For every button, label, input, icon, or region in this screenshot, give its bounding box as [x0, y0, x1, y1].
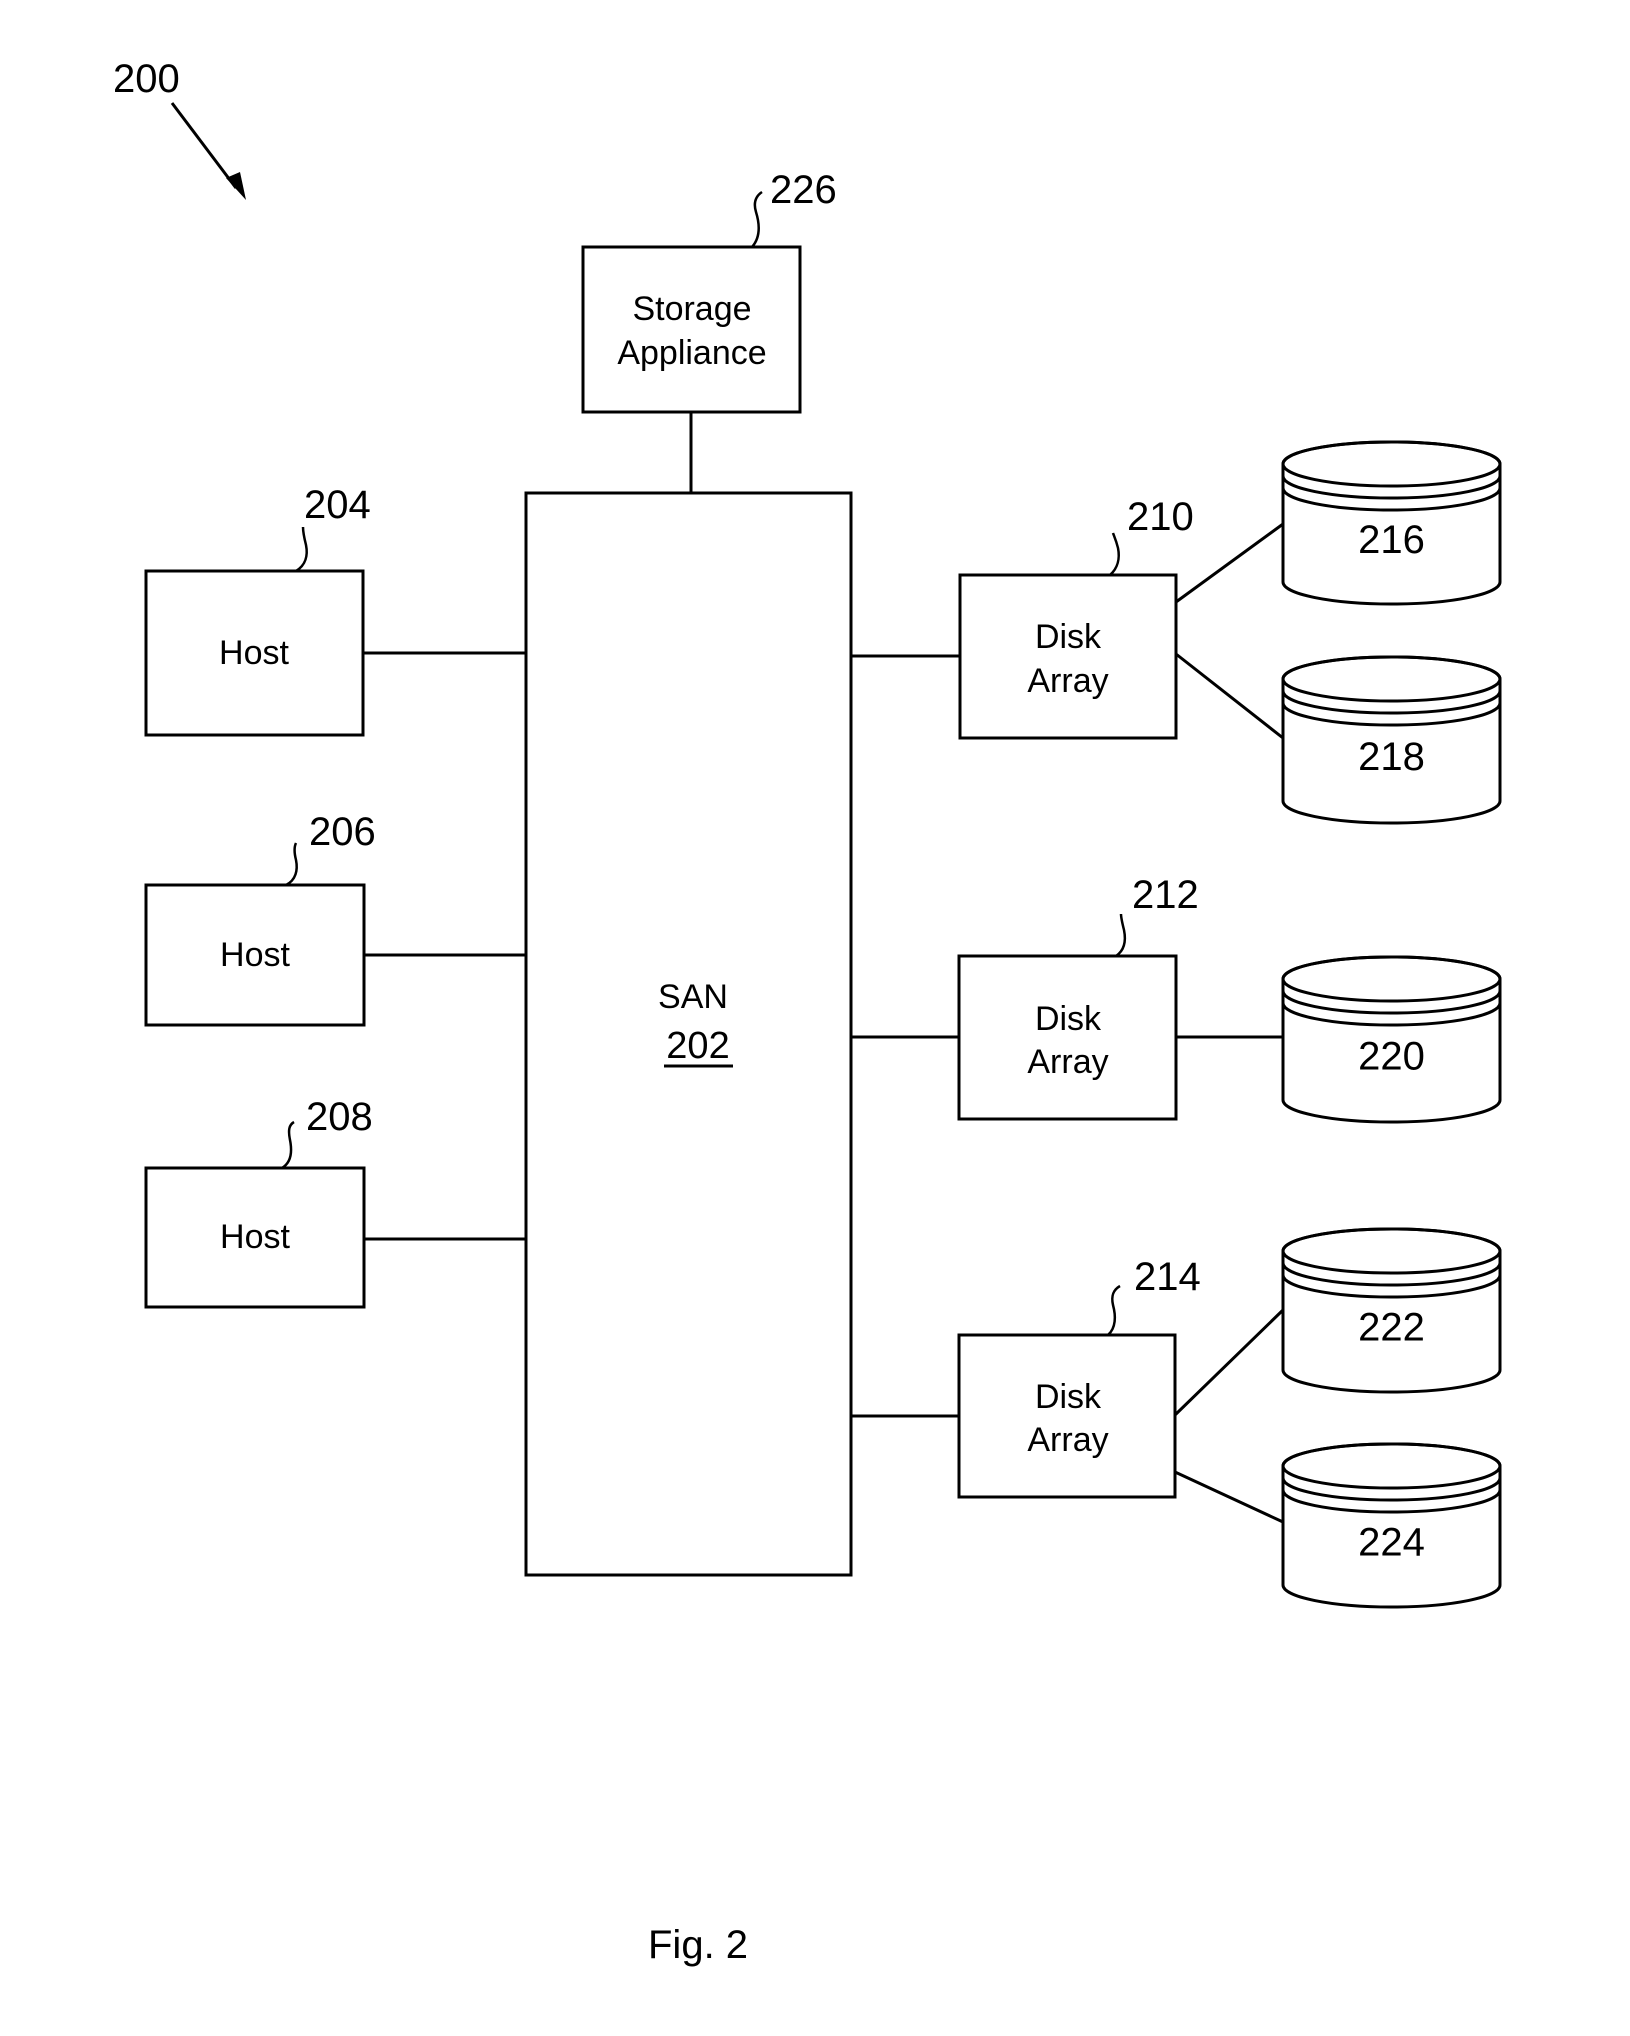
storage-appliance-label-line1: Storage	[632, 290, 751, 328]
figure-pointer-arrow-icon	[170, 102, 246, 200]
host-206-leader-line	[285, 842, 298, 887]
disk-array-210-leader-line	[1109, 532, 1120, 576]
disk-array-210-label-line1: Disk	[1035, 618, 1102, 656]
host-206-ref: 206	[309, 810, 376, 854]
disk-222[interactable]: 222	[1281, 1227, 1502, 1394]
disk-220[interactable]: 220	[1281, 955, 1502, 1124]
san-architecture-diagram: 200 Storage Appliance 226 SAN 202 Host 2…	[113, 57, 1502, 1967]
disk-array-214[interactable]: Disk Array	[957, 1333, 1177, 1499]
disk-218[interactable]: 218	[1281, 655, 1502, 825]
figure-number-label: 200	[113, 57, 180, 101]
host-208-ref: 208	[306, 1095, 373, 1139]
disk-224[interactable]: 224	[1281, 1442, 1502, 1609]
san-ref: 202	[666, 1025, 729, 1067]
disk-216-label: 216	[1358, 518, 1425, 562]
disk-array-210[interactable]: Disk Array	[958, 573, 1178, 740]
disk-array-214-label-line1: Disk	[1035, 1378, 1102, 1416]
host-208-leader-line	[281, 1120, 295, 1170]
disk-array-210-ref: 210	[1127, 495, 1194, 539]
disk-array-214-to-disk-224-link	[1174, 1470, 1284, 1524]
disk-array-210-label-line2: Array	[1027, 662, 1108, 700]
host-204[interactable]: Host	[144, 569, 365, 737]
disk-220-label: 220	[1358, 1035, 1425, 1079]
disk-array-214-to-disk-222-link	[1173, 1308, 1285, 1417]
disk-cylinders: 216 218 220 222 224	[1281, 440, 1502, 1609]
disk-222-label: 222	[1358, 1306, 1425, 1350]
disk-array-210-to-disk-218-link	[1175, 652, 1284, 740]
disk-array-212[interactable]: Disk Array	[957, 954, 1178, 1121]
host-208-label: Host	[220, 1218, 290, 1256]
disk-array-212-leader-line	[1115, 913, 1127, 958]
host-208[interactable]: Host	[144, 1166, 366, 1309]
disk-array-214-leader-line	[1107, 1284, 1121, 1336]
disk-array-214-label-line2: Array	[1027, 1421, 1108, 1459]
storage-appliance-label-line2: Appliance	[617, 334, 766, 372]
disk-array-214-ref: 214	[1134, 1255, 1201, 1299]
figure-caption: Fig. 2	[648, 1923, 748, 1967]
disk-array-212-label-line1: Disk	[1035, 1000, 1102, 1038]
host-204-leader-line	[295, 526, 308, 573]
san-block[interactable]: SAN 202	[524, 491, 853, 1577]
storage-appliance-leader-line	[751, 190, 763, 248]
host-206[interactable]: Host	[144, 883, 366, 1027]
disk-224-label: 224	[1358, 1521, 1425, 1565]
storage-appliance[interactable]: Storage Appliance	[581, 245, 802, 414]
host-204-ref: 204	[304, 483, 371, 527]
san-label: SAN	[658, 978, 728, 1016]
host-206-label: Host	[220, 936, 290, 974]
disk-array-212-ref: 212	[1132, 873, 1199, 917]
storage-appliance-ref: 226	[770, 168, 837, 212]
disk-216[interactable]: 216	[1281, 440, 1502, 606]
host-204-label: Host	[219, 634, 289, 672]
disk-array-212-label-line2: Array	[1027, 1043, 1108, 1081]
disk-218-label: 218	[1358, 735, 1425, 779]
